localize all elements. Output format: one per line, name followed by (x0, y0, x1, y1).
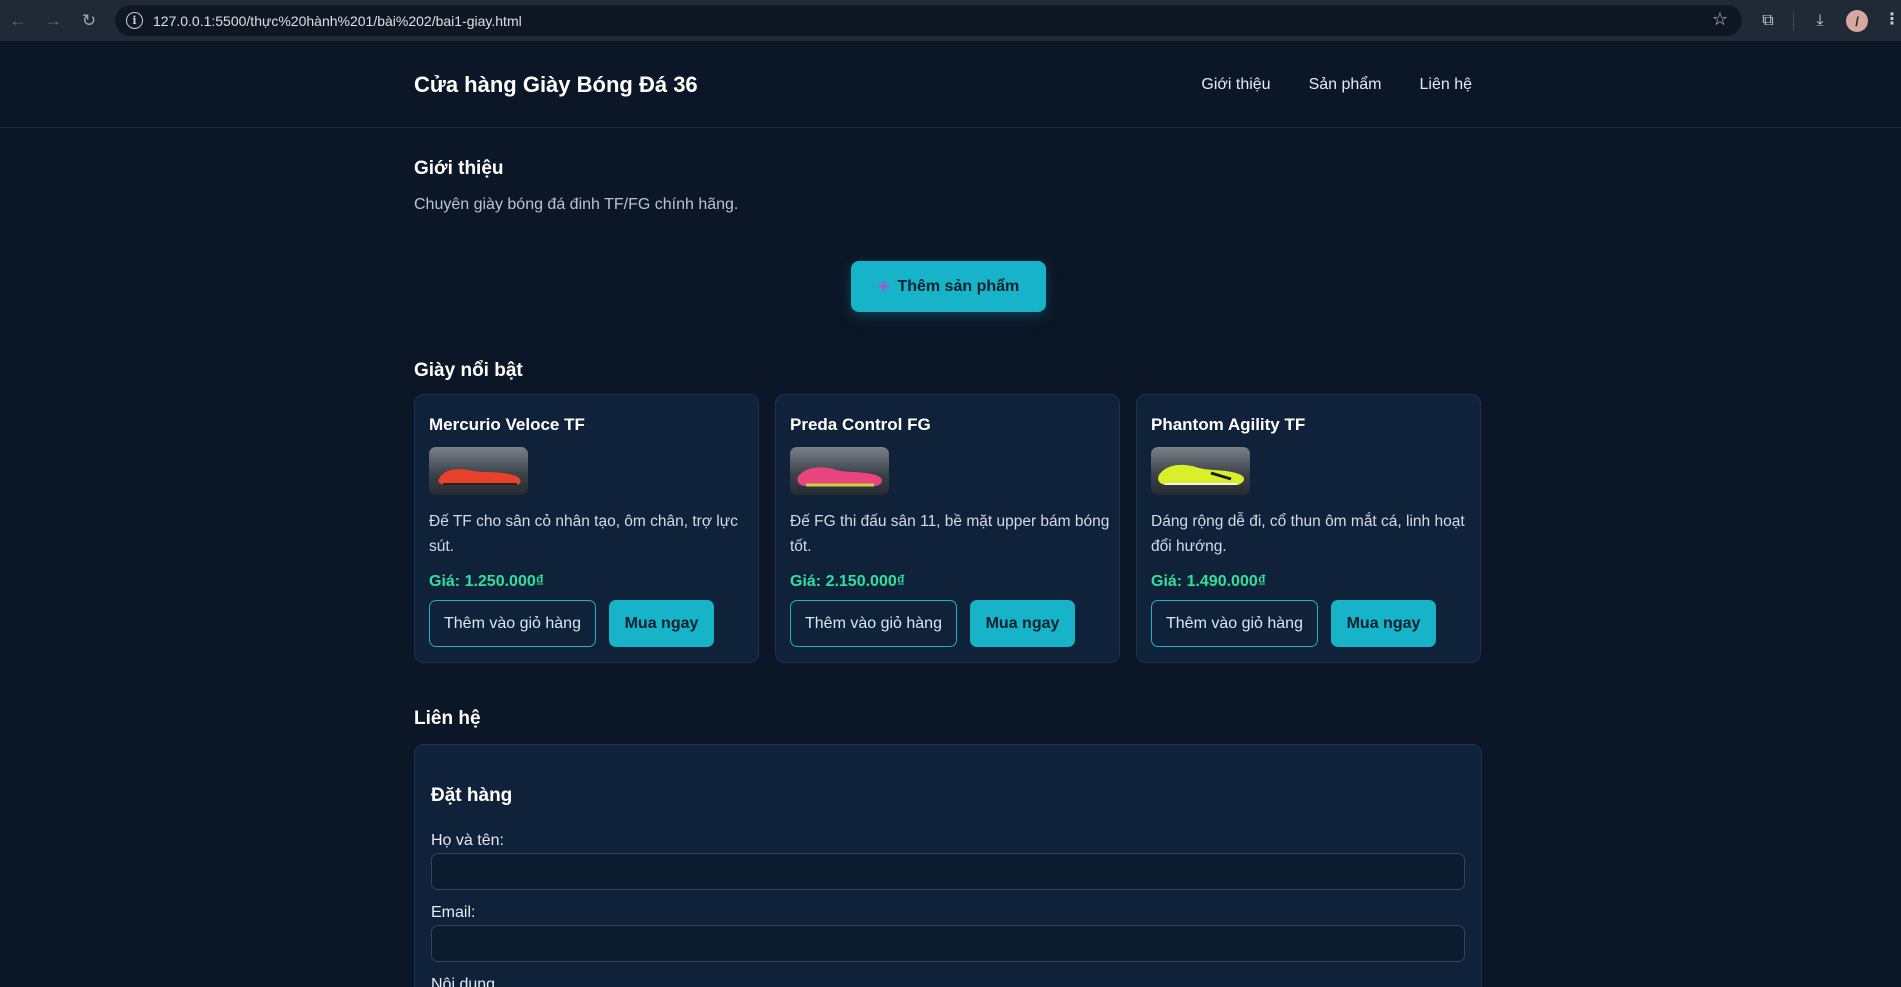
product-price: Giá: 1.490.000₫ (1151, 573, 1266, 590)
email-field[interactable] (431, 925, 1465, 962)
back-arrow-icon[interactable]: ← (6, 9, 30, 33)
product-card: Phantom Agility TF Dáng rộng dễ đi, cổ t… (1136, 394, 1481, 663)
product-name: Mercurio Veloce TF (429, 415, 585, 434)
product-description: Đế FG thi đấu sân 11, bề mặt upper bám b… (790, 513, 1110, 555)
product-image (790, 447, 889, 495)
product-image (429, 447, 528, 495)
address-bar[interactable]: i 127.0.0.1:5500/thực%20hành%201/bài%202… (115, 5, 1742, 36)
product-price: Giá: 1.250.000₫ (429, 573, 544, 590)
shoe-image-icon (438, 469, 521, 485)
site-header: Cửa hàng Giày Bóng Đá 36 Giới thiệu Sản … (0, 42, 1901, 128)
product-name: Preda Control FG (790, 415, 931, 434)
forward-arrow-icon[interactable]: → (41, 9, 65, 33)
product-image (1151, 447, 1250, 495)
info-icon[interactable]: i (126, 12, 143, 29)
product-card: Preda Control FG Đế FG thi đấu sân 11, b… (775, 394, 1120, 663)
add-product-button[interactable]: + Thêm sản phẩm (851, 261, 1046, 312)
shoe-image-icon (1158, 464, 1245, 485)
email-label: Email: (431, 904, 476, 921)
buy-now-button[interactable]: Mua ngay (1331, 600, 1436, 647)
reload-icon[interactable]: ↻ (77, 9, 101, 33)
product-description: Dáng rộng dễ đi, cổ thun ôm mắt cá, linh… (1151, 513, 1465, 555)
product-price: Giá: 2.150.000₫ (790, 573, 905, 590)
name-label: Họ và tên: (431, 832, 504, 849)
contact-heading: Liên hệ (414, 708, 481, 729)
add-to-cart-button[interactable]: Thêm vào giỏ hàng (429, 600, 596, 647)
buy-now-button[interactable]: Mua ngay (970, 600, 1075, 647)
star-icon[interactable]: ☆ (1712, 9, 1728, 30)
nav-link-contact[interactable]: Liên hệ (1420, 76, 1473, 94)
product-card: Mercurio Veloce TF Đế TF cho sân cỏ nhân… (414, 394, 759, 663)
browser-toolbar: ← → ↻ i 127.0.0.1:5500/thực%20hành%201/b… (0, 0, 1901, 42)
buy-now-button[interactable]: Mua ngay (609, 600, 714, 647)
order-form: Đặt hàng Họ và tên: Email: Nội dung (414, 744, 1482, 987)
avatar[interactable]: / (1846, 10, 1868, 32)
url-text[interactable]: 127.0.0.1:5500/thực%20hành%201/bài%202/b… (153, 13, 522, 29)
add-to-cart-button[interactable]: Thêm vào giỏ hàng (1151, 600, 1318, 647)
add-product-label: Thêm sản phẩm (897, 277, 1020, 295)
download-icon[interactable]: ⤓ (1808, 9, 1832, 33)
order-form-title: Đặt hàng (431, 785, 513, 806)
top-nav: Giới thiệu Sản phẩm Liên hệ (1201, 76, 1472, 94)
name-field[interactable] (431, 853, 1465, 890)
nav-link-products[interactable]: Sản phẩm (1309, 76, 1382, 94)
product-name: Phantom Agility TF (1151, 415, 1306, 434)
product-list: Mercurio Veloce TF Đế TF cho sân cỏ nhân… (414, 394, 1481, 663)
menu-dots-icon[interactable]: ⋮ (1884, 9, 1900, 29)
plus-icon: + (877, 275, 890, 298)
intro-heading: Giới thiệu (414, 158, 504, 179)
intro-text: Chuyên giày bóng đá đinh TF/FG chính hãn… (414, 196, 739, 213)
extensions-icon[interactable]: ⧉ (1756, 9, 1780, 33)
brand-title[interactable]: Cửa hàng Giày Bóng Đá 36 (414, 72, 698, 98)
toolbar-divider (1793, 11, 1794, 31)
content-label: Nội dung (431, 976, 496, 987)
featured-heading: Giày nổi bật (414, 360, 523, 381)
nav-link-intro[interactable]: Giới thiệu (1201, 76, 1270, 94)
product-description: Đế TF cho sân cỏ nhân tạo, ôm chân, trợ … (429, 513, 738, 555)
shoe-image-icon (797, 467, 882, 487)
add-to-cart-button[interactable]: Thêm vào giỏ hàng (790, 600, 957, 647)
